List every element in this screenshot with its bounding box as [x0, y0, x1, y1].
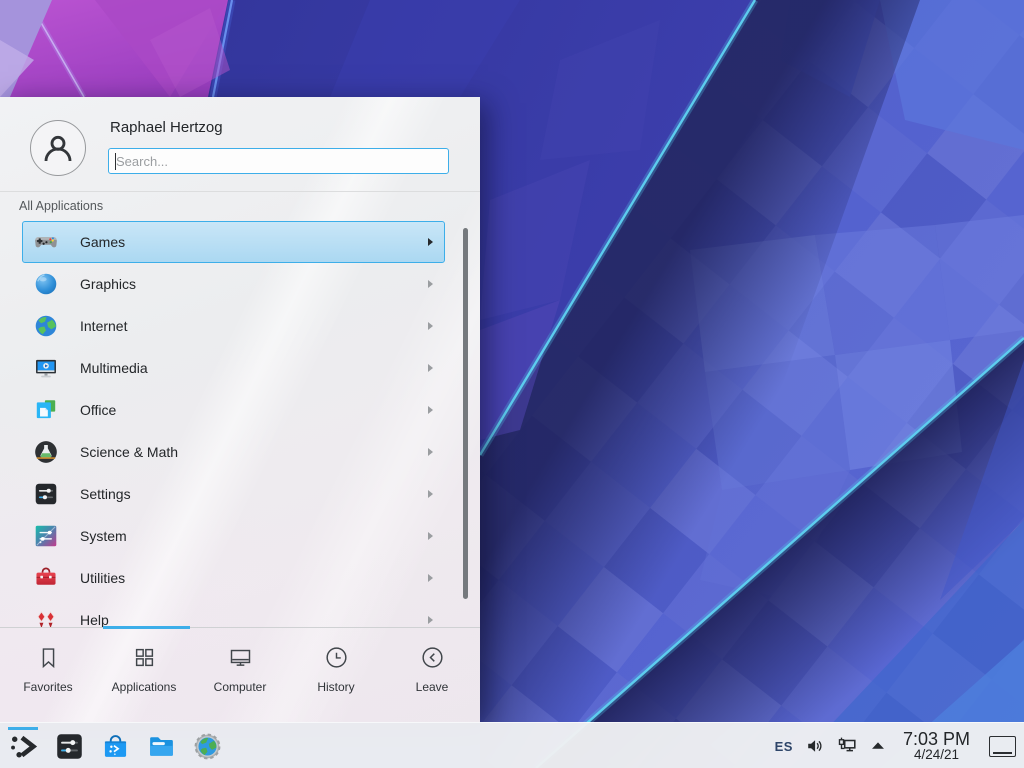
category-row-system[interactable]: System: [22, 515, 445, 557]
clock-date: 4/24/21: [903, 748, 970, 762]
scrollbar[interactable]: [463, 228, 468, 599]
category-label: System: [80, 528, 127, 544]
category-label: Office: [80, 402, 116, 418]
tab-favorites[interactable]: Favorites: [0, 628, 96, 722]
history-icon: [323, 644, 350, 671]
volume-icon[interactable]: [805, 735, 827, 757]
utilities-icon: [33, 565, 59, 591]
active-tab-indicator: [103, 626, 190, 629]
category-label: Multimedia: [80, 360, 148, 376]
browser-globe-icon: [192, 731, 223, 762]
taskbar-app-application-launcher[interactable]: [7, 725, 40, 767]
category-label: Science & Math: [80, 444, 178, 460]
games-icon: [33, 229, 59, 255]
taskbar-app-discover[interactable]: [99, 725, 132, 767]
header-separator: [0, 191, 480, 192]
submenu-arrow-icon: [428, 238, 433, 246]
submenu-arrow-icon: [428, 280, 433, 288]
section-label: All Applications: [19, 199, 103, 213]
submenu-arrow-icon: [428, 406, 433, 414]
category-row-settings[interactable]: Settings: [22, 473, 445, 515]
category-row-help[interactable]: Help: [22, 599, 445, 627]
submenu-arrow-icon: [428, 532, 433, 540]
desktop: Raphael Hertzog All Applications Games G…: [0, 0, 1024, 768]
tab-label: History: [317, 680, 354, 694]
tab-label: Computer: [214, 680, 267, 694]
submenu-arrow-icon: [428, 574, 433, 582]
submenu-arrow-icon: [428, 490, 433, 498]
expand-tray-caret-icon[interactable]: [867, 735, 889, 757]
show-desktop-button[interactable]: [989, 736, 1016, 757]
network-icon[interactable]: [836, 735, 858, 757]
tab-label: Leave: [416, 680, 449, 694]
system-tray: ES 7:03 PM 4/24/21: [775, 723, 1020, 768]
taskbar-app-web-browser[interactable]: [191, 725, 224, 767]
help-icon: [33, 607, 59, 627]
graphics-icon: [33, 271, 59, 297]
tab-label: Applications: [112, 680, 177, 694]
applications-icon: [131, 644, 158, 671]
taskbar: ES 7:03 PM 4/24/21: [0, 722, 1024, 768]
kickoff-icon: [8, 731, 39, 762]
category-row-games[interactable]: Games: [22, 221, 445, 263]
favorites-icon: [35, 644, 62, 671]
science-icon: [33, 439, 59, 465]
tab-applications[interactable]: Applications: [96, 628, 192, 722]
tab-leave[interactable]: Leave: [384, 628, 480, 722]
tab-computer[interactable]: Computer: [192, 628, 288, 722]
digital-clock[interactable]: 7:03 PM 4/24/21: [903, 730, 970, 762]
category-row-utilities[interactable]: Utilities: [22, 557, 445, 599]
category-list: Games Graphics Internet Multimedia Offic…: [0, 217, 480, 627]
taskbar-app-system-settings[interactable]: [53, 725, 86, 767]
internet-icon: [33, 313, 59, 339]
submenu-arrow-icon: [428, 616, 433, 624]
category-row-science-math[interactable]: Science & Math: [22, 431, 445, 473]
tab-history[interactable]: History: [288, 628, 384, 722]
search-input[interactable]: [109, 149, 448, 173]
clock-time: 7:03 PM: [903, 730, 970, 748]
application-launcher-panel: Raphael Hertzog All Applications Games G…: [0, 97, 480, 722]
category-row-internet[interactable]: Internet: [22, 305, 445, 347]
discover-icon: [100, 731, 131, 762]
taskbar-app-file-manager[interactable]: [145, 725, 178, 767]
tab-label: Favorites: [23, 680, 72, 694]
multimedia-icon: [33, 355, 59, 381]
text-cursor: [115, 153, 116, 170]
launcher-tab-bar: Favorites Applications Computer History …: [0, 627, 480, 722]
search-field[interactable]: [108, 148, 449, 174]
system-icon: [33, 523, 59, 549]
category-row-multimedia[interactable]: Multimedia: [22, 347, 445, 389]
keyboard-layout-indicator[interactable]: ES: [775, 739, 793, 754]
user-avatar-icon: [38, 128, 78, 168]
user-avatar: [30, 120, 86, 176]
category-row-graphics[interactable]: Graphics: [22, 263, 445, 305]
office-icon: [33, 397, 59, 423]
submenu-arrow-icon: [428, 364, 433, 372]
user-name: Raphael Hertzog: [110, 119, 223, 136]
category-label: Graphics: [80, 276, 136, 292]
category-label: Utilities: [80, 570, 125, 586]
category-label: Games: [80, 234, 125, 250]
category-row-office[interactable]: Office: [22, 389, 445, 431]
category-label: Internet: [80, 318, 127, 334]
leave-icon: [419, 644, 446, 671]
settings-icon: [33, 481, 59, 507]
settings-icon: [54, 731, 85, 762]
submenu-arrow-icon: [428, 322, 433, 330]
category-label: Settings: [80, 486, 131, 502]
task-manager: [7, 723, 224, 768]
folder-icon: [146, 731, 177, 762]
category-label: Help: [80, 612, 109, 627]
submenu-arrow-icon: [428, 448, 433, 456]
computer-icon: [227, 644, 254, 671]
